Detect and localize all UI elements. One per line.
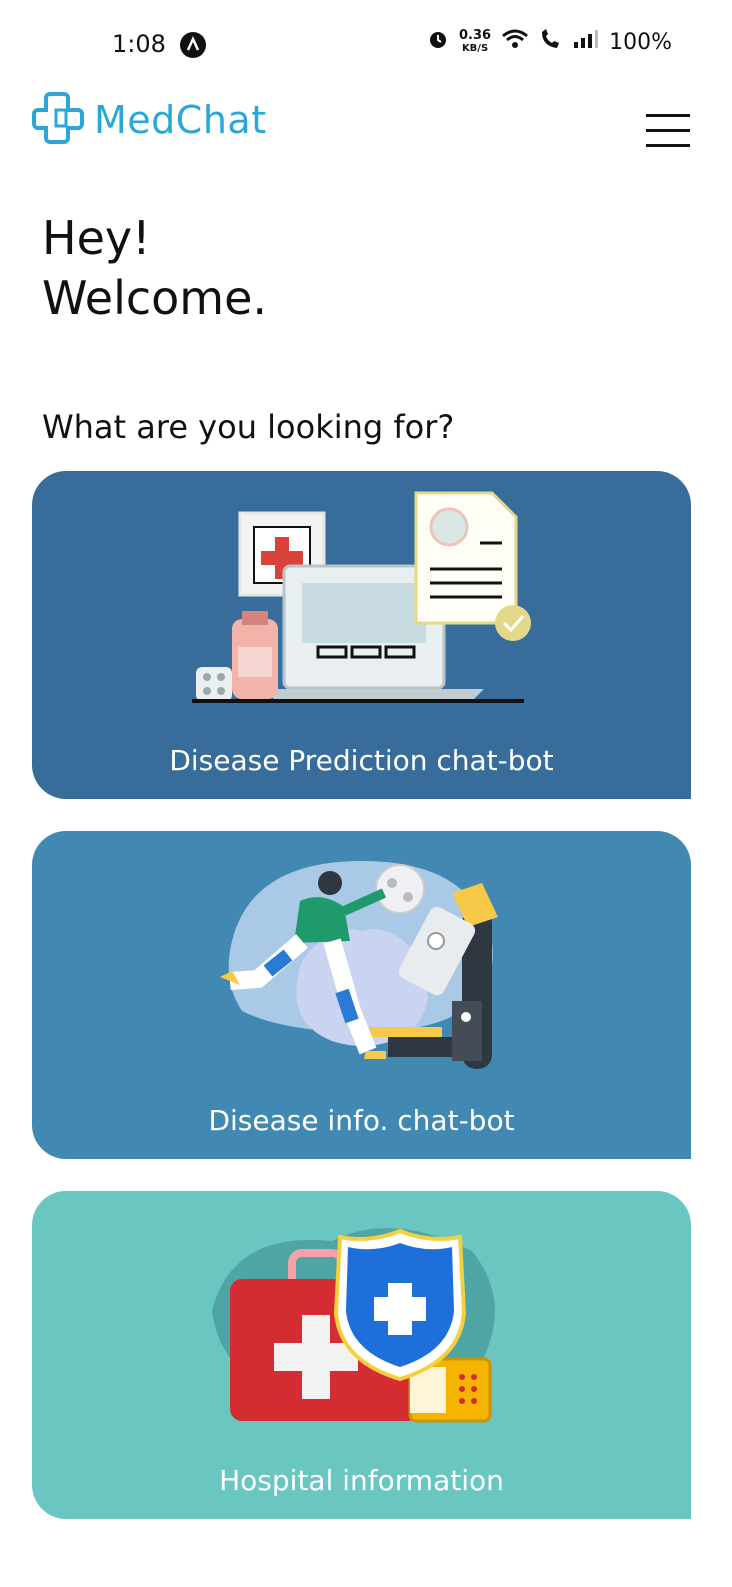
laptop-medical-report-illustration (192, 491, 531, 703)
app-logo[interactable]: MedChat (30, 92, 267, 148)
a-circle-icon (180, 32, 206, 58)
signal-icon (573, 28, 599, 56)
hamburger-menu-icon[interactable] (646, 114, 690, 148)
virus-research-microscope-illustration (220, 861, 498, 1069)
speed-unit: KB/S (461, 43, 489, 54)
status-time: 1:08 (112, 30, 166, 58)
app-name: MedChat (94, 98, 267, 142)
alarm-icon (427, 28, 449, 56)
disease-info-card[interactable]: Disease info. chat-bot (32, 831, 691, 1159)
status-bar: 1:08 0.36 KB/S 100% (0, 0, 732, 92)
greeting-line-1: Hey! (42, 211, 151, 265)
greeting-line-2: Welcome. (42, 271, 268, 325)
wifi-icon (501, 28, 529, 56)
disease-prediction-card[interactable]: Disease Prediction chat-bot (32, 471, 691, 799)
card-label: Disease Prediction chat-bot (169, 744, 554, 777)
greeting: Hey! Welcome. (42, 208, 267, 328)
medical-cross-logo-icon (30, 90, 86, 150)
hospital-information-card[interactable]: Hospital information (32, 1191, 691, 1519)
network-speed: 0.36 KB/S (459, 29, 491, 55)
card-label: Hospital information (219, 1464, 504, 1497)
wifi-call-icon (539, 28, 563, 56)
battery-level: 100% (609, 29, 672, 55)
speed-value: 0.36 (459, 28, 492, 43)
first-aid-kit-shield-illustration (212, 1228, 495, 1423)
app-header: MedChat (0, 92, 732, 162)
section-prompt: What are you looking for? (42, 408, 455, 446)
card-label: Disease info. chat-bot (208, 1104, 515, 1137)
status-indicators: 0.36 KB/S 100% (427, 28, 672, 56)
